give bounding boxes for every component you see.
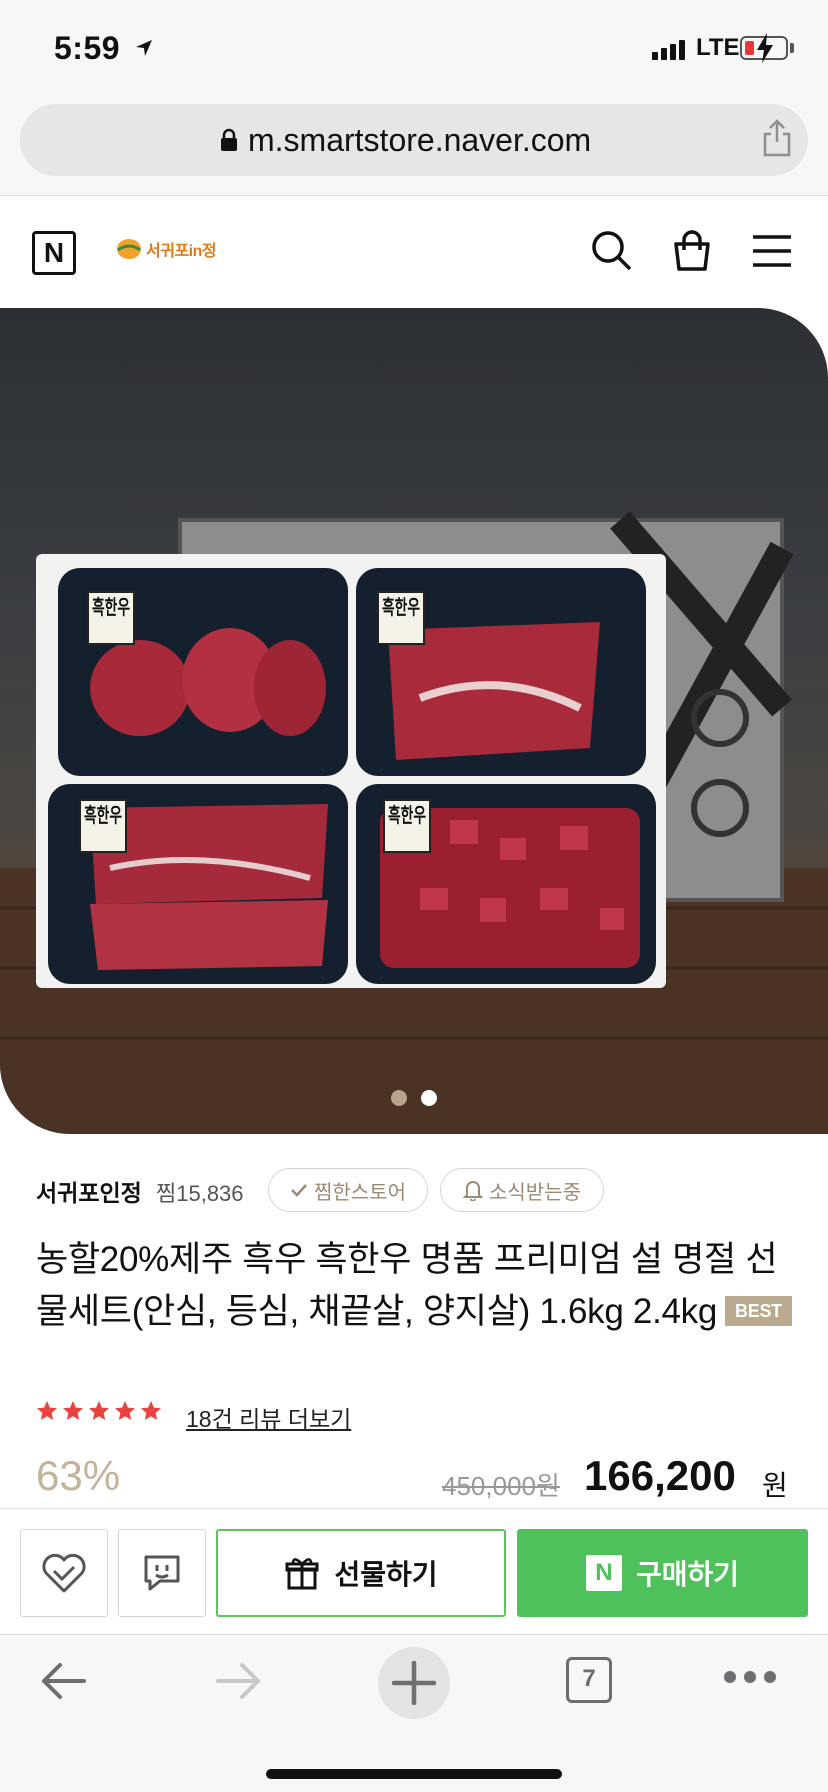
store-name[interactable]: 서귀포인정 <box>36 1174 142 1208</box>
zzim-store-button[interactable]: 찜한스토어 <box>268 1168 428 1212</box>
product-title: 농할20%제주 흑우 흑한우 명품 프리미엄 설 명절 선물세트(안심, 등심,… <box>36 1240 778 1331</box>
new-tab-button[interactable] <box>378 1647 450 1719</box>
browser-toolbar: 7 <box>0 1634 828 1792</box>
tray-label: 흑한우 <box>382 595 420 619</box>
star-icon <box>115 1401 135 1420</box>
wishlist-button[interactable] <box>20 1529 108 1617</box>
more-dots-icon[interactable] <box>722 1667 778 1687</box>
star-icon <box>89 1401 109 1420</box>
naver-pay-icon: N <box>585 1555 622 1591</box>
plus-icon <box>392 1661 436 1705</box>
zzim-store-label: 찜한스토어 <box>314 1181 406 1204</box>
browser-address-area: m.smartstore.naver.com <box>0 96 828 196</box>
share-icon[interactable] <box>760 118 794 158</box>
currency-unit: 원 <box>762 1470 788 1501</box>
search-icon[interactable] <box>590 229 634 273</box>
signal-strength-icon <box>652 40 685 60</box>
purchase-action-bar: 선물하기 N 구매하기 <box>0 1508 828 1634</box>
gift-button-label: 선물하기 <box>334 1559 438 1590</box>
chat-icon <box>144 1555 180 1591</box>
url-text: m.smartstore.naver.com <box>248 122 592 158</box>
back-arrow-icon[interactable] <box>38 1655 90 1707</box>
naver-logo[interactable]: N <box>32 231 76 275</box>
status-time: 5:59 <box>54 30 121 66</box>
lock-icon <box>221 128 237 151</box>
forward-arrow-icon[interactable] <box>212 1655 264 1707</box>
notify-button[interactable]: 소식받는중 <box>440 1168 604 1212</box>
brand-logo[interactable]: 서귀포in정 <box>116 237 217 261</box>
home-indicator <box>266 1769 562 1779</box>
carousel-dot-active[interactable] <box>421 1090 437 1106</box>
shopping-bag-icon[interactable] <box>670 229 714 273</box>
hamburger-menu-icon[interactable] <box>750 229 794 273</box>
carousel-dot[interactable] <box>391 1090 407 1106</box>
brand-logo-text: 서귀포in정 <box>146 243 217 260</box>
tab-count-button[interactable]: 7 <box>566 1657 612 1703</box>
product-image-carousel[interactable]: 흑한우 흑한우 흑한우 흑한우 <box>0 308 828 1134</box>
buy-button[interactable]: N 구매하기 <box>517 1529 808 1617</box>
review-link[interactable]: 18건 리뷰 더보기 <box>186 1400 351 1434</box>
gift-button[interactable]: 선물하기 <box>216 1529 506 1617</box>
buy-button-label: 구매하기 <box>635 1559 740 1590</box>
location-arrow-icon <box>136 40 152 56</box>
status-bar: 5:59 LTE <box>0 0 828 96</box>
address-bar[interactable]: m.smartstore.naver.com <box>20 104 808 176</box>
check-icon <box>291 1184 307 1197</box>
store-header: N 서귀포in정 <box>0 197 828 308</box>
charging-bolt-icon <box>757 33 773 63</box>
product-title-block: 농할20%제주 흑우 흑한우 명품 프리미엄 설 명절 선물세트(안심, 등심,… <box>36 1234 792 1338</box>
bell-icon <box>463 1181 483 1201</box>
star-icon <box>141 1401 161 1420</box>
talk-talk-button[interactable] <box>118 1529 206 1617</box>
gift-icon <box>285 1558 319 1590</box>
sale-price: 166,200 <box>584 1452 736 1499</box>
store-zzim-count: 찜15,836 <box>156 1181 244 1206</box>
best-badge: BEST <box>725 1296 792 1326</box>
tray-label: 흑한우 <box>92 595 130 619</box>
network-type: LTE <box>696 34 740 61</box>
star-icon <box>37 1401 57 1420</box>
tray-label: 흑한우 <box>388 803 426 827</box>
discount-rate: 63% <box>36 1452 121 1499</box>
brand-emblem-icon <box>117 239 141 259</box>
original-price: 450,000원 <box>442 1471 560 1501</box>
heart-icon <box>42 1553 86 1593</box>
product-photo: 흑한우 흑한우 흑한우 흑한우 <box>0 511 828 1134</box>
notify-label: 소식받는중 <box>489 1181 581 1204</box>
rating-stars <box>36 1400 162 1422</box>
star-icon <box>63 1401 83 1420</box>
tray-label: 흑한우 <box>84 803 122 827</box>
